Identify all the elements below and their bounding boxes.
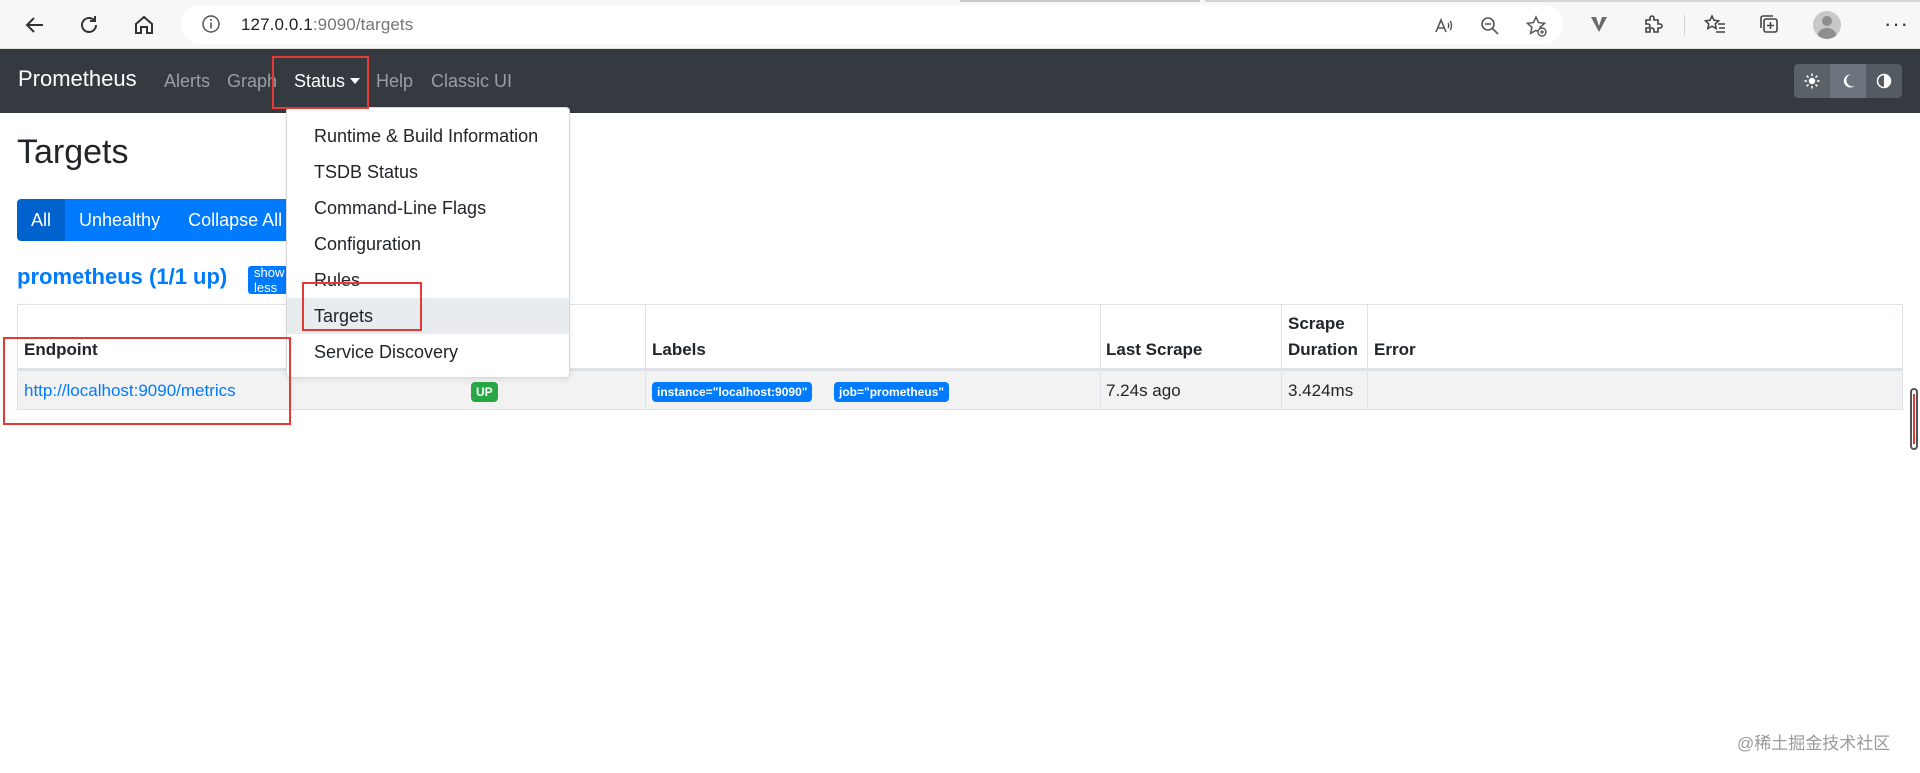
show-less-button[interactable]: show less [248,266,288,294]
header-scrape-line1: Scrape [1288,314,1345,333]
column-divider [1281,304,1282,410]
read-aloud-icon[interactable] [1433,15,1455,37]
state-badge-up: UP [471,382,498,402]
header-labels: Labels [652,340,706,359]
scrape-duration-value: 3.424ms [1288,381,1354,400]
filter-button-group: All Unhealthy Collapse All [17,199,297,241]
brand-logo-text[interactable]: Prometheus [18,66,137,92]
annotation-box-endpoint [3,337,291,425]
page-title: Targets [17,133,129,171]
annotation-box-status [272,56,369,109]
column-divider [1367,304,1368,410]
extension-v-icon[interactable] [1586,11,1612,37]
filter-unhealthy-button[interactable]: Unhealthy [65,199,175,241]
dark-theme-icon[interactable] [1830,64,1866,98]
nav-help[interactable]: Help [376,71,413,92]
favorites-icon[interactable] [1702,11,1728,37]
nav-classic-ui[interactable]: Classic UI [431,71,512,92]
browser-toolbar: 127.0.0.1:9090/targets ··· [0,0,1920,49]
menu-item-command-line-flags[interactable]: Command-Line Flags [287,190,569,226]
site-info-icon[interactable] [201,14,221,39]
collections-icon[interactable] [1756,11,1782,37]
back-icon[interactable] [18,8,52,42]
menu-item-configuration[interactable]: Configuration [287,226,569,262]
filter-all-button[interactable]: All [17,199,66,241]
extensions-icon[interactable] [1640,11,1666,37]
nav-graph[interactable]: Graph [227,71,277,92]
label-badge-job: job="prometheus" [834,382,950,402]
column-divider [1100,304,1101,410]
header-scrape-line2: Duration [1288,340,1358,359]
tab-strip-line [1205,0,1920,2]
column-divider [645,304,646,410]
light-theme-icon[interactable] [1794,64,1830,98]
header-last-scrape: Last Scrape [1106,340,1203,359]
scrape-pool-title[interactable]: prometheus (1/1 up) [17,264,227,290]
menu-item-service-discovery[interactable]: Service Discovery [287,334,569,370]
nav-alerts[interactable]: Alerts [164,71,210,92]
reload-icon[interactable] [72,8,106,42]
label-badge-instance: instance="localhost:9090" [652,382,813,402]
toolbar-separator [1684,15,1685,35]
header-error: Error [1374,340,1416,359]
last-scrape-value: 7.24s ago [1106,381,1181,400]
theme-toggle-group [1794,64,1902,98]
watermark-text: @稀土掘金技术社区 [1737,734,1891,753]
menu-item-runtime-build[interactable]: Runtime & Build Information [287,118,569,154]
zoom-out-icon[interactable] [1479,15,1501,37]
more-options-icon[interactable]: ··· [1884,11,1909,37]
auto-theme-icon[interactable] [1866,64,1902,98]
menu-item-tsdb-status[interactable]: TSDB Status [287,154,569,190]
home-icon[interactable] [127,8,161,42]
profile-avatar[interactable] [1813,11,1841,39]
collapse-all-button[interactable]: Collapse All [174,199,297,241]
page-scrollbar[interactable] [1910,388,1918,450]
address-bar[interactable]: 127.0.0.1:9090/targets [181,5,1563,44]
annotation-box-targets [302,282,422,331]
status-dropdown-menu: Runtime & Build Information TSDB Status … [286,107,570,378]
url-text[interactable]: 127.0.0.1:9090/targets [241,15,413,35]
add-favorite-icon[interactable] [1525,15,1547,37]
tab-strip-line [960,0,1200,2]
